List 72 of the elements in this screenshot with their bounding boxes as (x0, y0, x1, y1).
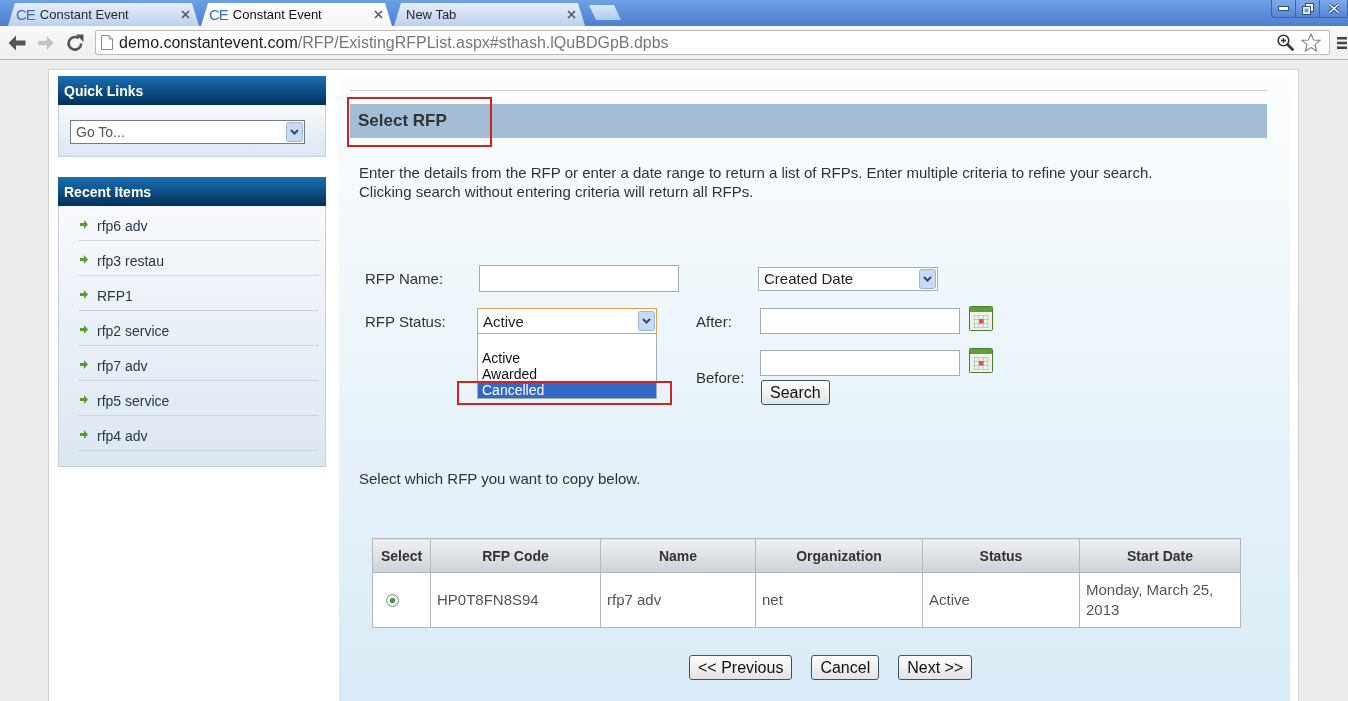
date-input-field[interactable] (760, 308, 960, 334)
tab-favicon: CE (16, 6, 35, 23)
column-header: Name (600, 538, 756, 573)
recent-item-link[interactable]: rfp7 adv (97, 358, 148, 374)
arrow-icon (80, 220, 88, 229)
radio-button[interactable] (386, 593, 399, 607)
table-cell: HP0T8FN8S94 (430, 572, 601, 628)
menu-icon[interactable] (1337, 35, 1347, 50)
close-icon[interactable] (374, 10, 383, 19)
recent-item-link[interactable]: RFP1 (97, 288, 133, 304)
arrow-icon (80, 360, 88, 369)
column-header: RFP Code (430, 538, 601, 573)
star-icon[interactable] (1301, 33, 1321, 52)
new-tab-button[interactable] (589, 5, 621, 20)
minimize-button[interactable] (1271, 0, 1296, 18)
zoom-icon[interactable] (1277, 34, 1294, 51)
address-bar[interactable]: demo.constantevent.com/RFP/ExistingRFPList.aspx#sthash.lQuBDGpB.dpbs (95, 30, 1330, 55)
field-label: RFP Name: (365, 270, 444, 287)
search-button[interactable]: Search (761, 380, 830, 405)
panel-header: Recent Items (58, 177, 326, 206)
instruction-text: Clicking search without entering criteria will return all RFPs. (358, 182, 755, 201)
dropdown-option[interactable]: Awarded (478, 366, 656, 382)
dropdown-option[interactable]: Active (478, 350, 656, 366)
restore-icon (1301, 2, 1314, 15)
tab-favicon: CE (209, 6, 228, 23)
nav-button[interactable]: Cancel (811, 655, 880, 680)
browser-tab[interactable]: New Tab (394, 3, 585, 26)
table-cell: net (755, 572, 923, 628)
recent-item-link[interactable]: rfp3 restau (97, 253, 164, 269)
arrow-icon (80, 430, 88, 439)
arrow-icon (80, 255, 88, 264)
recent-item-link[interactable]: rfp6 adv (97, 218, 148, 234)
status-select[interactable]: Active (477, 308, 657, 334)
recent-item-link[interactable]: rfp4 adv (97, 428, 148, 444)
close-icon[interactable] (181, 10, 190, 19)
column-header: Organization (755, 538, 923, 573)
nav-button[interactable]: << Previous (689, 655, 793, 680)
column-header: Select (372, 538, 431, 573)
page-icon (101, 35, 113, 50)
field-label: After: (696, 312, 732, 330)
input-field[interactable] (479, 265, 679, 292)
arrow-icon (80, 290, 88, 299)
recent-item-link[interactable]: rfp2 service (97, 323, 170, 339)
table-cell: Active (922, 572, 1080, 628)
column-header: Start Date (1079, 538, 1241, 573)
browser-tab[interactable]: CE Constant Event (8, 3, 199, 26)
date-input-field[interactable] (760, 350, 960, 376)
date-type-select[interactable]: Created Date (758, 266, 938, 291)
panel-header: Quick Links (58, 76, 326, 105)
restore-button[interactable] (1295, 0, 1320, 18)
field-label: RFP Status: (365, 312, 446, 330)
goto-select[interactable]: Go To... (70, 120, 305, 144)
reload-icon[interactable] (66, 33, 84, 52)
field-label: Before: (696, 369, 745, 386)
column-header: Status (922, 538, 1080, 573)
arrow-icon (80, 395, 88, 404)
calendar-icon[interactable] (969, 348, 993, 373)
close-icon[interactable] (567, 10, 576, 19)
browser-tab[interactable]: CE Constant Event (201, 3, 392, 26)
calendar-icon[interactable] (969, 306, 993, 331)
arrow-icon (80, 325, 88, 334)
table-cell: Monday, March 25, 2013 (1079, 572, 1241, 628)
instruction-text: Select which RFP you want to copy below. (358, 469, 642, 488)
instruction-text: Enter the details from the RFP or enter a date range to return a list of RFPs. Enter multiple criteria to refine your search. (358, 163, 1154, 182)
back-icon[interactable] (8, 34, 26, 51)
address-text: demo.constantevent.com/RFP/ExistingRFPList.aspx#sthash.lQuBDGpB.dpbs (119, 33, 669, 52)
close-icon (1327, 3, 1340, 14)
window-close-button[interactable] (1319, 0, 1348, 18)
table-cell: rfp7 adv (600, 572, 756, 628)
minimize-icon (1278, 6, 1289, 11)
recent-item-link[interactable]: rfp5 service (97, 393, 170, 409)
nav-button[interactable]: Next >> (898, 655, 973, 680)
